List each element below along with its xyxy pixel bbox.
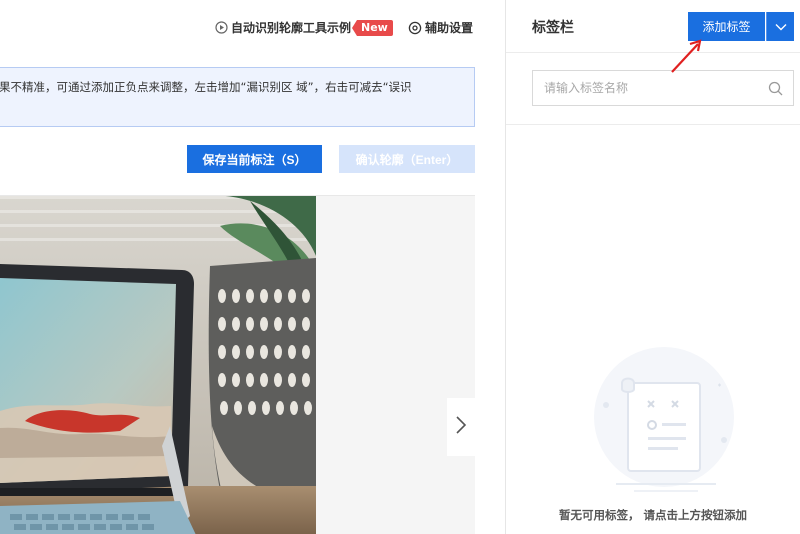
add-label-dropdown-button[interactable] [766,12,794,41]
settings-link[interactable]: 辅助设置 [408,19,473,36]
search-divider [506,124,800,125]
next-image-button[interactable] [447,398,475,456]
search-icon[interactable] [768,81,783,100]
annotation-workspace: 自动识别轮廓工具示例 New 辅助设置 果不精准，可通过添加正负点来调整，左击增… [0,0,493,534]
new-badge: New [352,19,393,36]
empty-state-text: 暂无可用标签， 请点击上方按钮添加 [558,508,747,522]
save-annotation-button[interactable]: 保存当前标注（S） [187,145,322,173]
example-link[interactable]: 自动识别轮廓工具示例 New [215,19,393,36]
settings-link-label: 辅助设置 [425,21,474,35]
empty-state-illustration [586,345,746,500]
tip-notice: 果不精准，可通过添加正负点来调整，左击增加“漏识别区 域”，右击可减去“误识 [0,67,475,127]
label-search-box[interactable] [532,70,794,106]
image-canvas[interactable] [0,195,475,534]
tip-notice-text: 果不精准，可通过添加正负点来调整，左击增加“漏识别区 域”，右击可减去“误识 [0,80,412,94]
example-link-label: 自动识别轮廓工具示例 [231,21,352,35]
annotation-image[interactable] [0,196,316,534]
annotation-arrow-icon [668,36,708,76]
workspace-topbar: 自动识别轮廓工具示例 New 辅助设置 [0,0,493,54]
chevron-down-icon [775,19,787,34]
label-panel: 标签栏 添加标签 请输入标签名称 暂无可用标签， 请点击上方按钮添加 [506,0,800,534]
label-search-input[interactable] [533,71,763,105]
app-root: 自动识别轮廓工具示例 New 辅助设置 果不精准，可通过添加正负点来调整，左击增… [0,0,800,534]
gear-icon [408,21,422,35]
confirm-contour-button[interactable]: 确认轮廓（Enter） [339,145,475,173]
panel-title: 标签栏 [532,20,574,36]
play-circle-icon [215,21,228,34]
chevron-right-icon [455,415,467,440]
panel-header-divider [506,52,800,53]
